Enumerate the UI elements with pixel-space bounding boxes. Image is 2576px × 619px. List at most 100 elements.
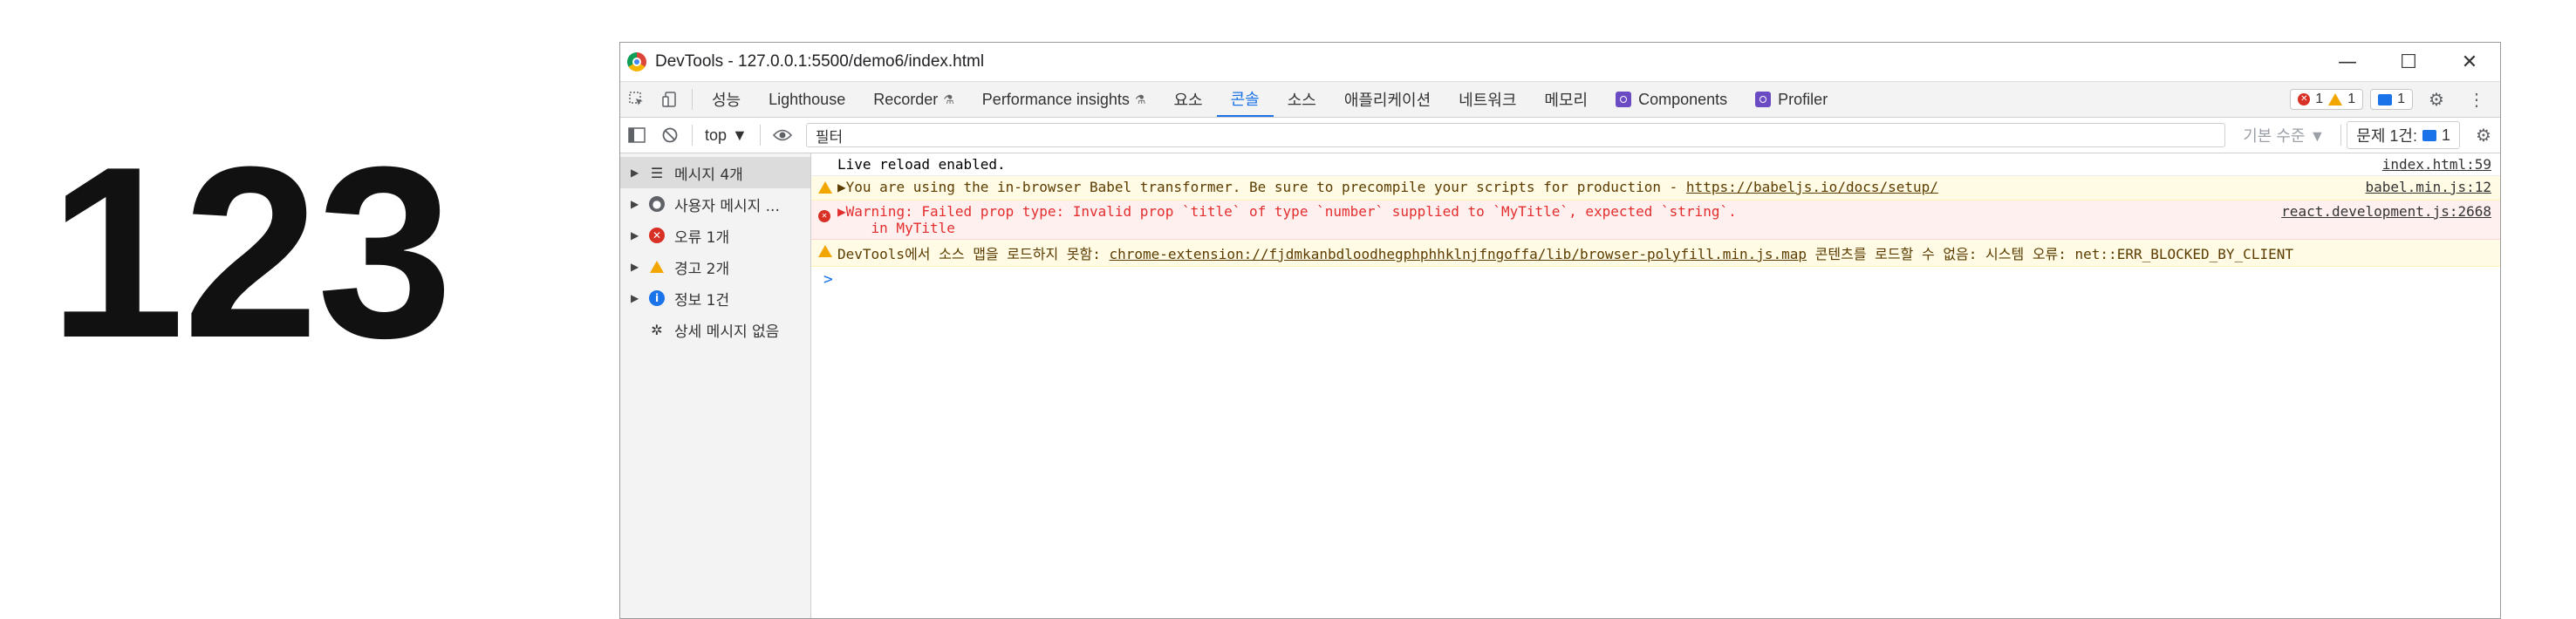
error-icon: ✕	[2298, 93, 2311, 105]
tab-memory[interactable]: 메모리	[1530, 82, 1602, 117]
console-error: ✕ ▶Warning: Failed prop type: Invalid pr…	[811, 201, 2500, 240]
bug-icon: ✲	[651, 321, 663, 338]
issues-button[interactable]: 문제 1건: 1	[2347, 121, 2460, 149]
window-controls: — ☐ ✕	[2317, 43, 2500, 81]
sidebar-toggle-icon[interactable]	[620, 118, 653, 153]
expand-arrow-icon: ▶	[631, 261, 639, 273]
sidebar-item-label: 오류 1개	[674, 228, 730, 247]
console-message-text: 콘텐츠를 로드할 수 없음: 시스템 오류: net::ERR_BLOCKED_…	[1807, 246, 2293, 262]
console-body: ▶ ☰ 메시지 4개 ▶ ● 사용자 메시지 ... ▶ ✕ 오류 1개 ▶ 경…	[620, 153, 2500, 618]
message-count: 1	[2397, 92, 2405, 106]
live-expression-eye-icon[interactable]	[766, 118, 799, 153]
sidebar-item-label: 상세 메시지 없음	[674, 323, 780, 341]
error-icon: ✕	[648, 227, 666, 244]
filter-input-placeholder: 필터	[815, 128, 844, 146]
sidebar-item-label: 사용자 메시지 ...	[674, 197, 780, 215]
warning-count: 1	[2347, 92, 2356, 106]
info-icon: i	[648, 289, 666, 307]
tab-recorder[interactable]: Recorder ⚗	[859, 82, 968, 117]
message-icon	[2378, 93, 2393, 105]
console-stack-line: in MyTitle	[837, 220, 955, 236]
toolbar-divider	[2340, 125, 2342, 146]
tab-application[interactable]: 애플리케이션	[1330, 82, 1445, 117]
devtools-window: DevTools - 127.0.0.1:5500/demo6/index.ht…	[619, 42, 2501, 619]
sidebar-item-label: 메시지 4개	[674, 166, 743, 184]
sidebar-item-messages[interactable]: ▶ ☰ 메시지 4개	[620, 157, 810, 188]
tab-network[interactable]: 네트워크	[1445, 82, 1530, 117]
tab-lighthouse[interactable]: Lighthouse	[755, 82, 859, 117]
tab-profiler[interactable]: Profiler	[1741, 82, 1841, 117]
warning-icon	[818, 179, 837, 197]
sidebar-item-user-messages[interactable]: ▶ ● 사용자 메시지 ...	[620, 188, 810, 220]
console-message-text: Live reload enabled.	[837, 156, 1006, 173]
settings-gear-icon[interactable]: ⚙	[2420, 82, 2453, 117]
big-number-text: 123	[49, 117, 453, 389]
sourcemap-link[interactable]: chrome-extension://fjdmkanbdloodhegphphh…	[1110, 246, 1807, 262]
toolbar-divider	[692, 125, 693, 146]
react-profiler-icon	[1755, 92, 1772, 107]
tab-sources[interactable]: 소스	[1274, 82, 1330, 117]
tab-console[interactable]: 콘솔	[1216, 82, 1274, 117]
error-icon: ✕	[818, 203, 837, 222]
console-message-text: Warning: Failed prop type: Invalid prop …	[845, 203, 1737, 220]
issue-icon	[2422, 129, 2436, 141]
minimize-button[interactable]: —	[2317, 43, 2378, 81]
tab-performance[interactable]: 성능	[698, 82, 755, 117]
react-components-icon	[1616, 92, 1632, 107]
console-settings-gear-icon[interactable]: ⚙	[2467, 118, 2500, 153]
source-link[interactable]: react.development.js:2668	[2281, 203, 2491, 220]
inspect-element-icon[interactable]	[620, 82, 653, 117]
tab-components[interactable]: Components	[1602, 82, 1741, 117]
console-message-text: DevTools에서 소스 맵을 로드하지 못함:	[837, 246, 1110, 262]
tabbar-right: ✕ 1 1 1 ⚙ ⋮	[2290, 82, 2500, 117]
source-link[interactable]: index.html:59	[2382, 156, 2491, 173]
console-prompt[interactable]: >	[811, 267, 2500, 292]
expand-arrow-icon: ▶	[631, 292, 639, 304]
console-warning: ▶You are using the in-browser Babel tran…	[811, 176, 2500, 201]
issues-label: 문제 1건:	[2356, 127, 2417, 145]
console-message: Live reload enabled. index.html:59	[811, 153, 2500, 176]
sidebar-item-info[interactable]: ▶ i 정보 1건	[620, 282, 810, 314]
context-selector[interactable]: top ▼	[698, 126, 755, 145]
close-button[interactable]: ✕	[2439, 43, 2500, 81]
expand-arrow-icon[interactable]: ▶	[837, 179, 846, 195]
clear-console-icon[interactable]	[653, 118, 687, 153]
console-log: Live reload enabled. index.html:59 ▶You …	[811, 153, 2500, 618]
chrome-logo-icon	[627, 52, 646, 71]
message-counter[interactable]: 1	[2370, 89, 2413, 110]
error-count: 1	[2315, 92, 2324, 106]
source-link[interactable]: babel.min.js:12	[2366, 179, 2492, 195]
dropdown-arrow-icon: ▼	[732, 126, 748, 144]
tab-performance-insights-label: Performance insights	[981, 90, 1130, 108]
maximize-button[interactable]: ☐	[2378, 43, 2439, 81]
warning-icon	[648, 258, 666, 275]
tab-performance-insights[interactable]: Performance insights ⚗	[968, 82, 1160, 117]
sidebar-item-warnings[interactable]: ▶ 경고 2개	[620, 251, 810, 282]
docs-link[interactable]: https://babeljs.io/docs/setup/	[1686, 179, 1938, 195]
console-message-text: You are using the in-browser Babel trans…	[845, 179, 1686, 195]
sidebar-item-label: 정보 1건	[674, 291, 730, 310]
user-icon: ●	[648, 195, 666, 213]
tab-profiler-label: Profiler	[1778, 90, 1828, 108]
sidebar-item-label: 경고 2개	[674, 260, 730, 278]
console-toolbar: top ▼ 필터 기본 수준 ▼ 문제 1건: 1 ⚙	[620, 118, 2500, 153]
experiment-beaker-icon: ⚗	[943, 92, 954, 106]
warning-icon	[2328, 93, 2343, 105]
console-warning: DevTools에서 소스 맵을 로드하지 못함: chrome-extensi…	[811, 240, 2500, 267]
tab-divider	[692, 89, 693, 110]
device-toolbar-icon[interactable]	[653, 82, 687, 117]
console-sidebar: ▶ ☰ 메시지 4개 ▶ ● 사용자 메시지 ... ▶ ✕ 오류 1개 ▶ 경…	[620, 153, 811, 618]
sidebar-item-verbose[interactable]: ✲ 상세 메시지 없음	[620, 314, 810, 345]
filter-input[interactable]: 필터	[805, 123, 2226, 147]
expand-arrow-icon[interactable]: ▶	[837, 203, 846, 220]
list-icon: ☰	[650, 164, 664, 181]
tab-elements[interactable]: 요소	[1159, 82, 1216, 117]
expand-arrow-icon: ▶	[631, 167, 639, 179]
tab-recorder-label: Recorder	[873, 90, 939, 108]
devtools-tab-bar: 성능 Lighthouse Recorder ⚗ Performance insi…	[620, 82, 2500, 118]
more-options-icon[interactable]: ⋮	[2460, 82, 2493, 117]
sidebar-item-errors[interactable]: ▶ ✕ 오류 1개	[620, 220, 810, 251]
log-levels-dropdown[interactable]: 기본 수준 ▼	[2232, 124, 2335, 146]
window-title: DevTools - 127.0.0.1:5500/demo6/index.ht…	[655, 52, 985, 71]
error-warning-counter[interactable]: ✕ 1 1	[2290, 89, 2364, 110]
